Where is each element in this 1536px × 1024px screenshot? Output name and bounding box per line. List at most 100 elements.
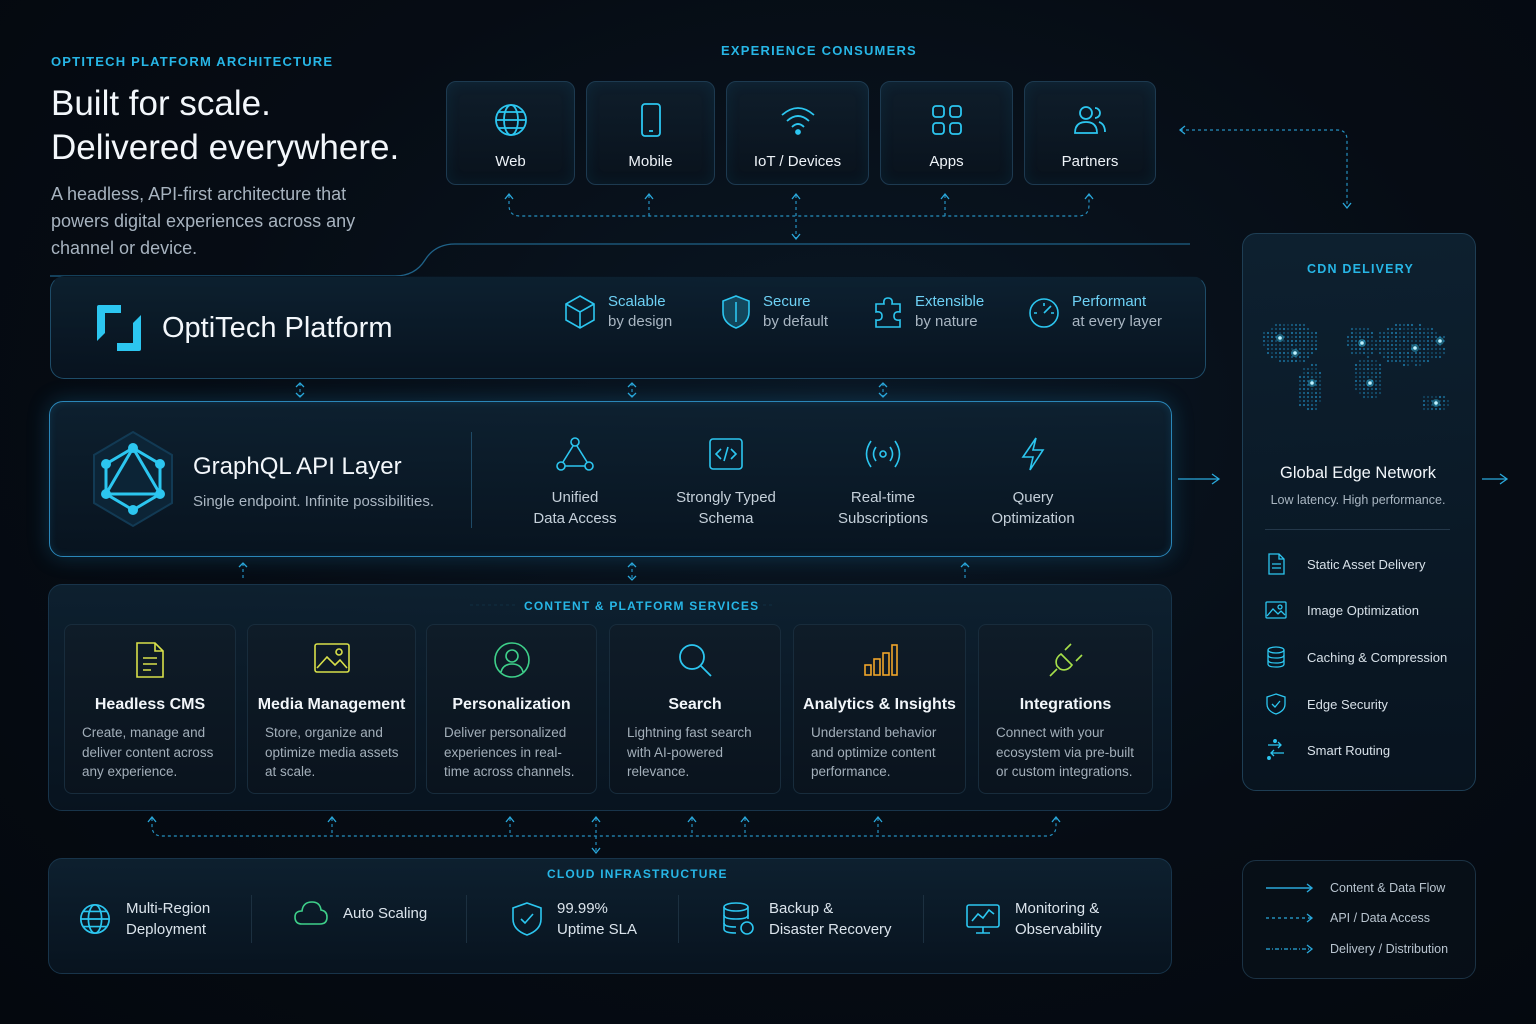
gauge-icon (1029, 297, 1059, 328)
service-personalization[interactable]: Personalization Deliver personalized exp… (426, 624, 597, 794)
feature-line-2: Data Access (533, 510, 617, 527)
infra-multi-region: Multi-Region Deployment (78, 898, 210, 940)
users-icon (1074, 106, 1106, 134)
lightning-icon (1021, 437, 1045, 471)
cdn-item-label: Static Asset Delivery (1307, 556, 1426, 572)
infra-auto-scaling: Auto Scaling (293, 898, 427, 928)
shield-icon (1266, 693, 1286, 715)
infra-uptime: 99.99% Uptime SLA (511, 898, 637, 940)
services-heading: CONTENT & PLATFORM SERVICES (524, 599, 760, 613)
graphql-title: GraphQL API Layer (193, 453, 402, 480)
platform-name: OptiTech Platform (162, 312, 393, 344)
infra-line-1: Monitoring & (1015, 900, 1100, 917)
globe-icon (494, 104, 527, 136)
consumer-label: Web (495, 153, 526, 170)
optitech-logo (95, 303, 143, 358)
consumer-label: Mobile (628, 153, 673, 170)
page-subtitle: A headless, API-first architecture that … (51, 184, 356, 258)
consumer-mobile[interactable]: Mobile (586, 81, 715, 185)
cdn-heading: CDN DELIVERY (1307, 262, 1415, 276)
cloud-icon (294, 901, 328, 925)
consumer-label: Partners (1061, 153, 1119, 170)
service-title: Search (668, 696, 722, 713)
page-title-line-2: Delivered everywhere. (51, 128, 400, 167)
legend-label: API / Data Access (1330, 911, 1431, 925)
service-desc: Connect with your ecosystem via pre-buil… (996, 725, 1135, 779)
platform-feature-performant: Performant at every layer (1028, 293, 1162, 330)
infrastructure-heading: CLOUD INFRASTRUCTURE (547, 867, 728, 881)
cdn-item-label: Caching & Compression (1307, 649, 1448, 665)
feature-title: Secure (763, 293, 811, 310)
search-icon (679, 644, 712, 677)
shield-icon (722, 294, 750, 329)
plug-icon (1048, 643, 1083, 677)
puzzle-icon (875, 296, 901, 328)
infra-line-2: Uptime SLA (557, 921, 638, 938)
solid-arrow-icon (1266, 883, 1314, 893)
page-eyebrow: OPTITECH PLATFORM ARCHITECTURE (51, 54, 334, 69)
feature-line-1: Strongly Typed (676, 489, 776, 506)
cdn-item-label: Smart Routing (1307, 742, 1391, 758)
dashed-arrow-icon (1266, 944, 1314, 954)
service-title: Integrations (1019, 696, 1112, 713)
service-headless-cms[interactable]: Headless CMS Create, manage and deliver … (64, 624, 236, 794)
infra-divider (678, 895, 679, 943)
graphql-subtitle: Single endpoint. Infinite possibilities. (193, 493, 434, 510)
service-title: Headless CMS (94, 696, 206, 713)
page-title: Built for scale. Delivered everywhere. (51, 82, 399, 170)
service-analytics[interactable]: Analytics & Insights Understand behavior… (793, 624, 966, 794)
graphql-divider (471, 432, 472, 528)
legend-item-content-flow: Content & Data Flow (1266, 881, 1445, 895)
consumer-apps[interactable]: Apps (880, 81, 1013, 185)
service-search[interactable]: Search Lightning fast search with AI-pow… (609, 624, 781, 794)
infra-line-2: Disaster Recovery (769, 921, 892, 938)
bar-chart-icon (863, 644, 898, 676)
feature-line-1: Unified (551, 489, 599, 506)
routing-icon (1267, 739, 1284, 760)
feature-sub: by design (608, 313, 673, 330)
feature-sub: by default (763, 313, 829, 330)
page-title-line-1: Built for scale. (51, 84, 271, 123)
consumer-iot[interactable]: IoT / Devices (726, 81, 869, 185)
infra-monitoring: Monitoring & Observability (965, 898, 1102, 940)
cube-icon (565, 294, 595, 329)
infra-line-1: Auto Scaling (343, 904, 428, 922)
image-icon (313, 643, 350, 673)
legend-item-delivery: Delivery / Distribution (1266, 942, 1448, 956)
graphql-feature-unified: Unified Data Access (500, 436, 650, 529)
code-icon (709, 438, 743, 470)
service-media-management[interactable]: Media Management Store, organize and opt… (247, 624, 416, 794)
cdn-item-image-optimization: Image Optimization (1265, 599, 1419, 621)
globe-icon (79, 903, 111, 935)
consumer-web[interactable]: Web (446, 81, 575, 185)
infra-divider (466, 895, 467, 943)
infra-line-1: 99.99% (557, 900, 608, 917)
infra-backup: Backup & Disaster Recovery (721, 898, 892, 940)
monitor-chart-icon (966, 904, 1000, 934)
feature-title: Performant (1072, 293, 1147, 310)
platform-feature-secure: Secure by default (721, 293, 828, 330)
service-title: Personalization (452, 696, 571, 713)
cdn-subtitle: Low latency. High performance. (1270, 493, 1446, 507)
consumer-label: IoT / Devices (753, 153, 842, 170)
cdn-title: Global Edge Network (1280, 464, 1436, 482)
consumer-partners[interactable]: Partners (1024, 81, 1156, 185)
infra-line-2: Deployment (126, 921, 207, 938)
infra-line-1: Multi-Region (126, 900, 211, 917)
dashed-arrow-icon (1266, 913, 1314, 923)
cdn-item-caching: Caching & Compression (1265, 646, 1447, 668)
service-desc: Lightning fast search with AI-powered re… (627, 725, 752, 779)
feature-line-2: Subscriptions (837, 510, 929, 527)
graphql-icon (90, 430, 176, 533)
legend-item-api-access: API / Data Access (1266, 911, 1430, 925)
platform-feature-scalable: Scalable by design (564, 293, 672, 330)
service-integrations[interactable]: Integrations Connect with your ecosystem… (978, 624, 1153, 794)
user-circle-icon (493, 642, 530, 678)
document-icon (136, 642, 164, 678)
graphql-feature-realtime: Real-time Subscriptions (808, 436, 958, 529)
service-desc: Deliver personalized experiences in real… (444, 725, 575, 779)
service-title: Media Management (257, 696, 406, 713)
mobile-phone-icon (640, 103, 661, 137)
infra-divider (251, 895, 252, 943)
service-desc: Store, organize and optimize media asset… (265, 725, 399, 779)
